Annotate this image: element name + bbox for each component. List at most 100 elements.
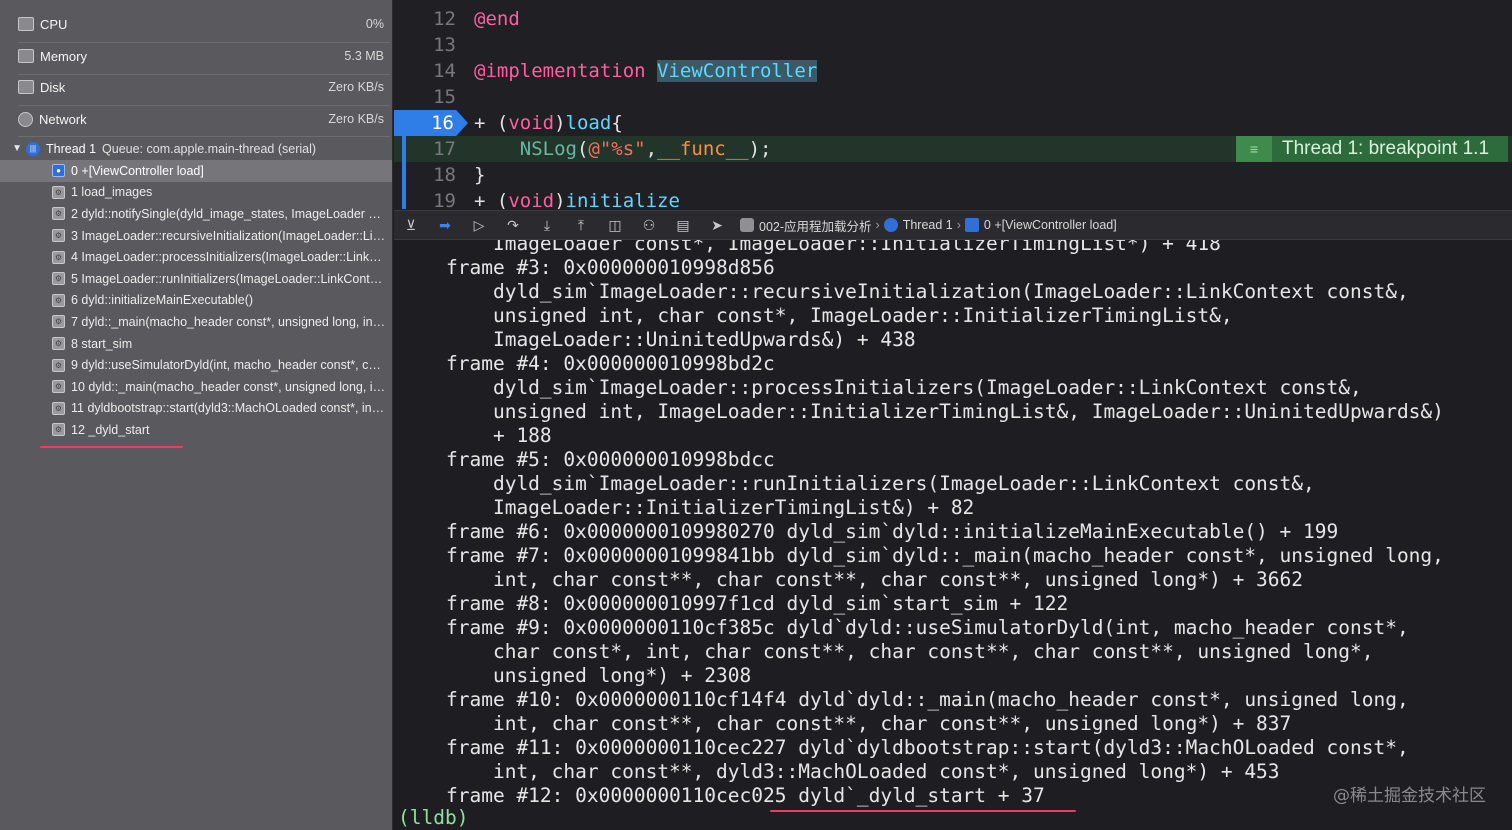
code-line: 12 @end (394, 6, 1512, 32)
chevron-right-icon: › (956, 218, 961, 232)
step-over-icon[interactable]: ↷ (500, 215, 526, 235)
stack-frame-label: 3 ImageLoader::recursiveInitialization(I… (71, 228, 392, 243)
code-line: 14 @implementation ViewController (394, 58, 1512, 84)
stack-frame-row[interactable]: ● 0 +[ViewController load] (0, 160, 392, 182)
code-token: + ( (474, 190, 509, 209)
network-gauge[interactable]: Network Zero KB/s (18, 104, 390, 134)
code-text: @implementation ViewController (474, 58, 818, 84)
gauge-label: Memory (40, 48, 87, 64)
breadcrumb-thread[interactable]: Thread 1 (903, 218, 953, 232)
stack-frame-label: 5 ImageLoader::runInitializers(ImageLoad… (71, 271, 392, 286)
stack-frame-row[interactable]: ⚙ 3 ImageLoader::recursiveInitialization(… (0, 225, 392, 247)
code-token: , (645, 138, 658, 160)
disk-gauge-icon (18, 80, 34, 94)
system-frame-icon: ⚙ (52, 272, 65, 286)
code-text: NSLog(@"%s",__func__); (474, 136, 772, 162)
stack-frame-row[interactable]: ⚙ 5 ImageLoader::runInitializers(ImageLoa… (0, 268, 392, 290)
stack-frame-row[interactable]: ⚙ 1 load_images (0, 182, 392, 204)
code-token: ) (554, 190, 566, 209)
code-text: + (void)load{ (474, 110, 623, 136)
code-token: } (474, 164, 486, 186)
gauge-label: Disk (40, 79, 66, 95)
stack-frame-row[interactable]: ⚙ 9 dyld::useSimulatorDyld(int, macho_hea… (0, 354, 392, 376)
breakpoints-toggle-icon[interactable]: ➡ (432, 215, 458, 235)
stack-frame-row[interactable]: ⚙ 2 dyld::notifySingle(dyld_image_states,… (0, 203, 392, 225)
system-frame-icon: ⚙ (52, 293, 65, 307)
line-number: 14 (433, 60, 456, 82)
code-line: 19 + (void)initialize (394, 188, 1512, 209)
memory-graph-icon[interactable]: ⚇ (636, 215, 662, 235)
stack-frame-row[interactable]: ⚙ 6 dyld::initializeMainExecutable() (0, 290, 392, 312)
stack-frame-row[interactable]: ⚙ 10 dyld::_main(macho_header const*, uns… (0, 376, 392, 398)
breakpoint-badge-icon: ≡ (1236, 136, 1272, 162)
code-line: 16+ (void)load{ (394, 110, 1512, 136)
disclosure-triangle-icon[interactable]: ▼ (0, 143, 22, 154)
breadcrumb-project[interactable]: 002-应用程加载分析 (759, 216, 872, 235)
code-text: + (void)initialize (474, 188, 680, 209)
disk-gauge[interactable]: Disk Zero KB/s (18, 72, 390, 102)
console-line: int, char const**, char const**, char co… (446, 568, 1304, 591)
stack-frame-label: 6 dyld::initializeMainExecutable() (71, 293, 254, 308)
console-line: int, char const**, char const**, char co… (446, 712, 1292, 735)
system-frame-icon: ⚙ (52, 207, 65, 221)
thread-queue: Queue: com.apple.main-thread (serial) (102, 141, 317, 156)
gauge-value: 5.3 MB (344, 49, 384, 63)
hide-debug-area-icon[interactable]: ⊻ (398, 215, 424, 235)
code-token: load (565, 112, 612, 134)
stack-frame-row[interactable]: ⚙ 4 ImageLoader::processInitializers(Imag… (0, 246, 392, 268)
code-token: ( (576, 138, 589, 160)
console-line: ImageLoader::UninitedUpwards&) + 438 (446, 328, 916, 351)
cpu-gauge[interactable]: CPU 0% (18, 9, 390, 39)
stack-frame-row[interactable]: ⚙ 8 start_sim (0, 333, 392, 355)
stack-frame-row[interactable]: ⚙ 7 dyld::_main(macho_header const*, unsi… (0, 311, 392, 333)
console-line: frame #7: 0x00000001099841bb dyld_sim`dy… (446, 544, 1444, 567)
lldb-console[interactable]: ImageLoader const*, ImageLoader::Initial… (394, 240, 1512, 830)
console-line: unsigned int, char const*, ImageLoader::… (446, 304, 1233, 327)
console-line: frame #3: 0x000000010998d856 (446, 256, 775, 279)
code-token: + ( (474, 112, 509, 134)
code-token: __func__ (657, 138, 749, 160)
code-line: 18} (394, 162, 1512, 188)
line-number: 17 (433, 138, 456, 160)
simulate-location-icon[interactable]: ➤ (704, 215, 730, 235)
console-line: dyld_sim`ImageLoader::runInitializers(Im… (446, 472, 1315, 495)
lldb-prompt[interactable]: (lldb) (398, 806, 468, 830)
console-line: int, char const**, dyld3::MachOLoaded co… (446, 760, 1280, 783)
memory-gauge[interactable]: Memory 5.3 MB (18, 41, 390, 71)
stack-frame-label: 2 dyld::notifySingle(dyld_image_states, … (71, 206, 392, 221)
continue-icon[interactable]: ▷ (466, 215, 492, 235)
gauge-value: Zero KB/s (328, 112, 384, 126)
console-line: frame #6: 0x0000000109980270 dyld_sim`dy… (446, 520, 1339, 543)
system-frame-icon: ⚙ (52, 423, 65, 437)
line-number: 15 (433, 86, 456, 108)
source-editor[interactable]: 16 12 @end 13 14 @implementation ViewControl… (394, 0, 1512, 209)
line-number: 12 (433, 8, 456, 30)
code-token: @implementation (474, 60, 646, 82)
console-line: ImageLoader::InitializerTimingList&) + 8… (446, 496, 975, 519)
view-hierarchy-icon[interactable]: ◫ (602, 215, 628, 235)
code-token: { (611, 112, 623, 134)
console-line: ImageLoader const*, ImageLoader::Initial… (446, 240, 1221, 255)
breadcrumb[interactable]: 002-应用程加载分析 › Thread 1 › 0 +[ViewControl… (740, 216, 1117, 235)
environment-overrides-icon[interactable]: ▤ (670, 215, 696, 235)
thread-row[interactable]: ▼ ||| Thread 1 Queue: com.apple.main-thr… (0, 138, 392, 159)
breadcrumb-frame[interactable]: 0 +[ViewController load] (984, 218, 1117, 232)
stack-frame-row[interactable]: ⚙ 11 dyldbootstrap::start(dyld3::MachOLoa… (0, 398, 392, 420)
stack-frame-label: 8 start_sim (71, 336, 133, 351)
stack-frame-label: 11 dyldbootstrap::start(dyld3::MachOLoad… (71, 401, 392, 416)
code-text: } (474, 162, 485, 188)
stack-frame-label: 12 _dyld_start (71, 422, 150, 437)
code-token: initialize (565, 190, 680, 209)
gauge-value: 0% (365, 17, 384, 31)
step-into-icon[interactable]: ⤓ (534, 215, 560, 235)
chevron-right-icon: › (875, 218, 880, 232)
network-gauge-icon (18, 111, 33, 127)
console-line: frame #8: 0x000000010997f1cd dyld_sim`st… (446, 592, 1069, 615)
gauge-value: Zero KB/s (328, 80, 384, 94)
debug-navigator: CPU 0% Memory 5.3 MB Disk Zero KB/s Netw… (0, 0, 393, 830)
step-out-icon[interactable]: ⤒ (568, 215, 594, 235)
system-frame-icon: ⚙ (52, 380, 65, 394)
code-token: @end (474, 8, 520, 30)
line-number: 19 (433, 190, 456, 209)
stack-frame-row[interactable]: ⚙ 12 _dyld_start (0, 419, 392, 441)
